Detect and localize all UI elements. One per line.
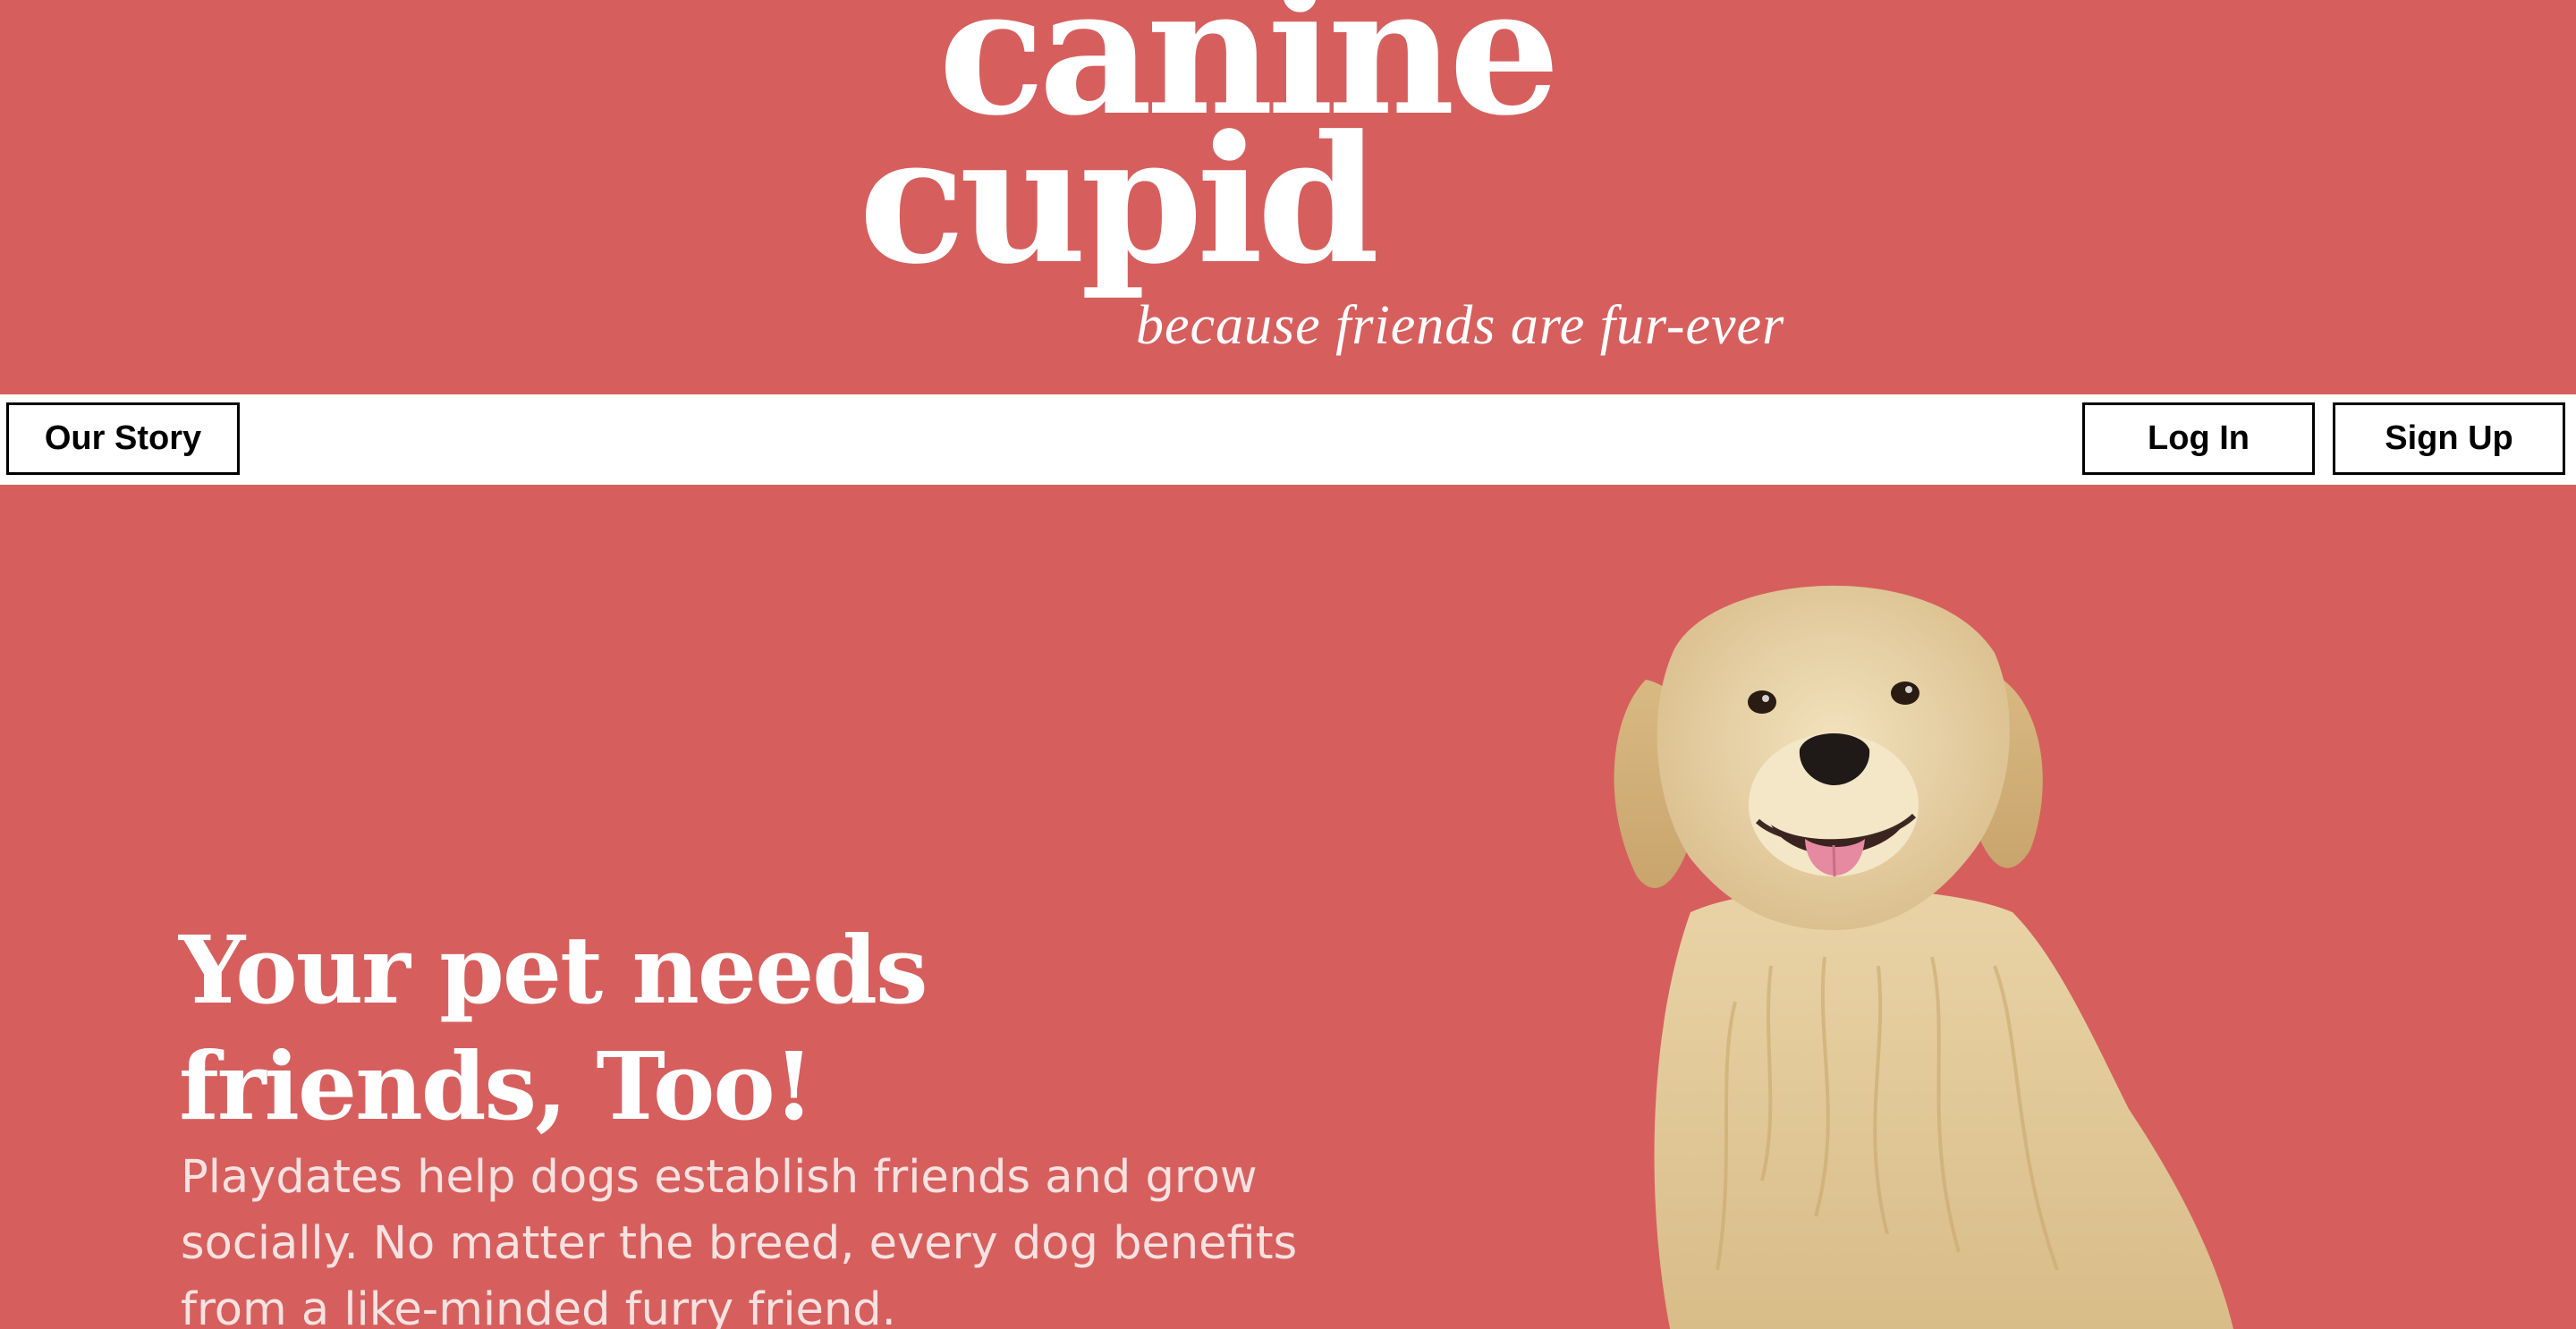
hero-description: Playdates help dogs establish friends an… bbox=[181, 1151, 1298, 1329]
our-story-button[interactable]: Our Story bbox=[6, 402, 240, 475]
site-logo[interactable]: canine cupid because friends are fur-eve… bbox=[0, 0, 2576, 394]
hero-heading: Your pet needs friends, Too! bbox=[179, 915, 928, 1141]
hero-section: Your pet needs friends, Too! Playdates h… bbox=[0, 485, 2576, 1329]
golden-retriever-image bbox=[1614, 585, 2233, 1329]
log-in-button[interactable]: Log In bbox=[2082, 402, 2315, 475]
logo-word-cupid: cupid bbox=[859, 97, 1379, 303]
site-header: canine cupid because friends are fur-eve… bbox=[0, 0, 2576, 394]
nav-bar: Our Story Log In Sign Up bbox=[0, 394, 2576, 485]
logo-tagline: because friends are fur-ever bbox=[1136, 295, 1785, 356]
sign-up-button[interactable]: Sign Up bbox=[2333, 402, 2565, 475]
